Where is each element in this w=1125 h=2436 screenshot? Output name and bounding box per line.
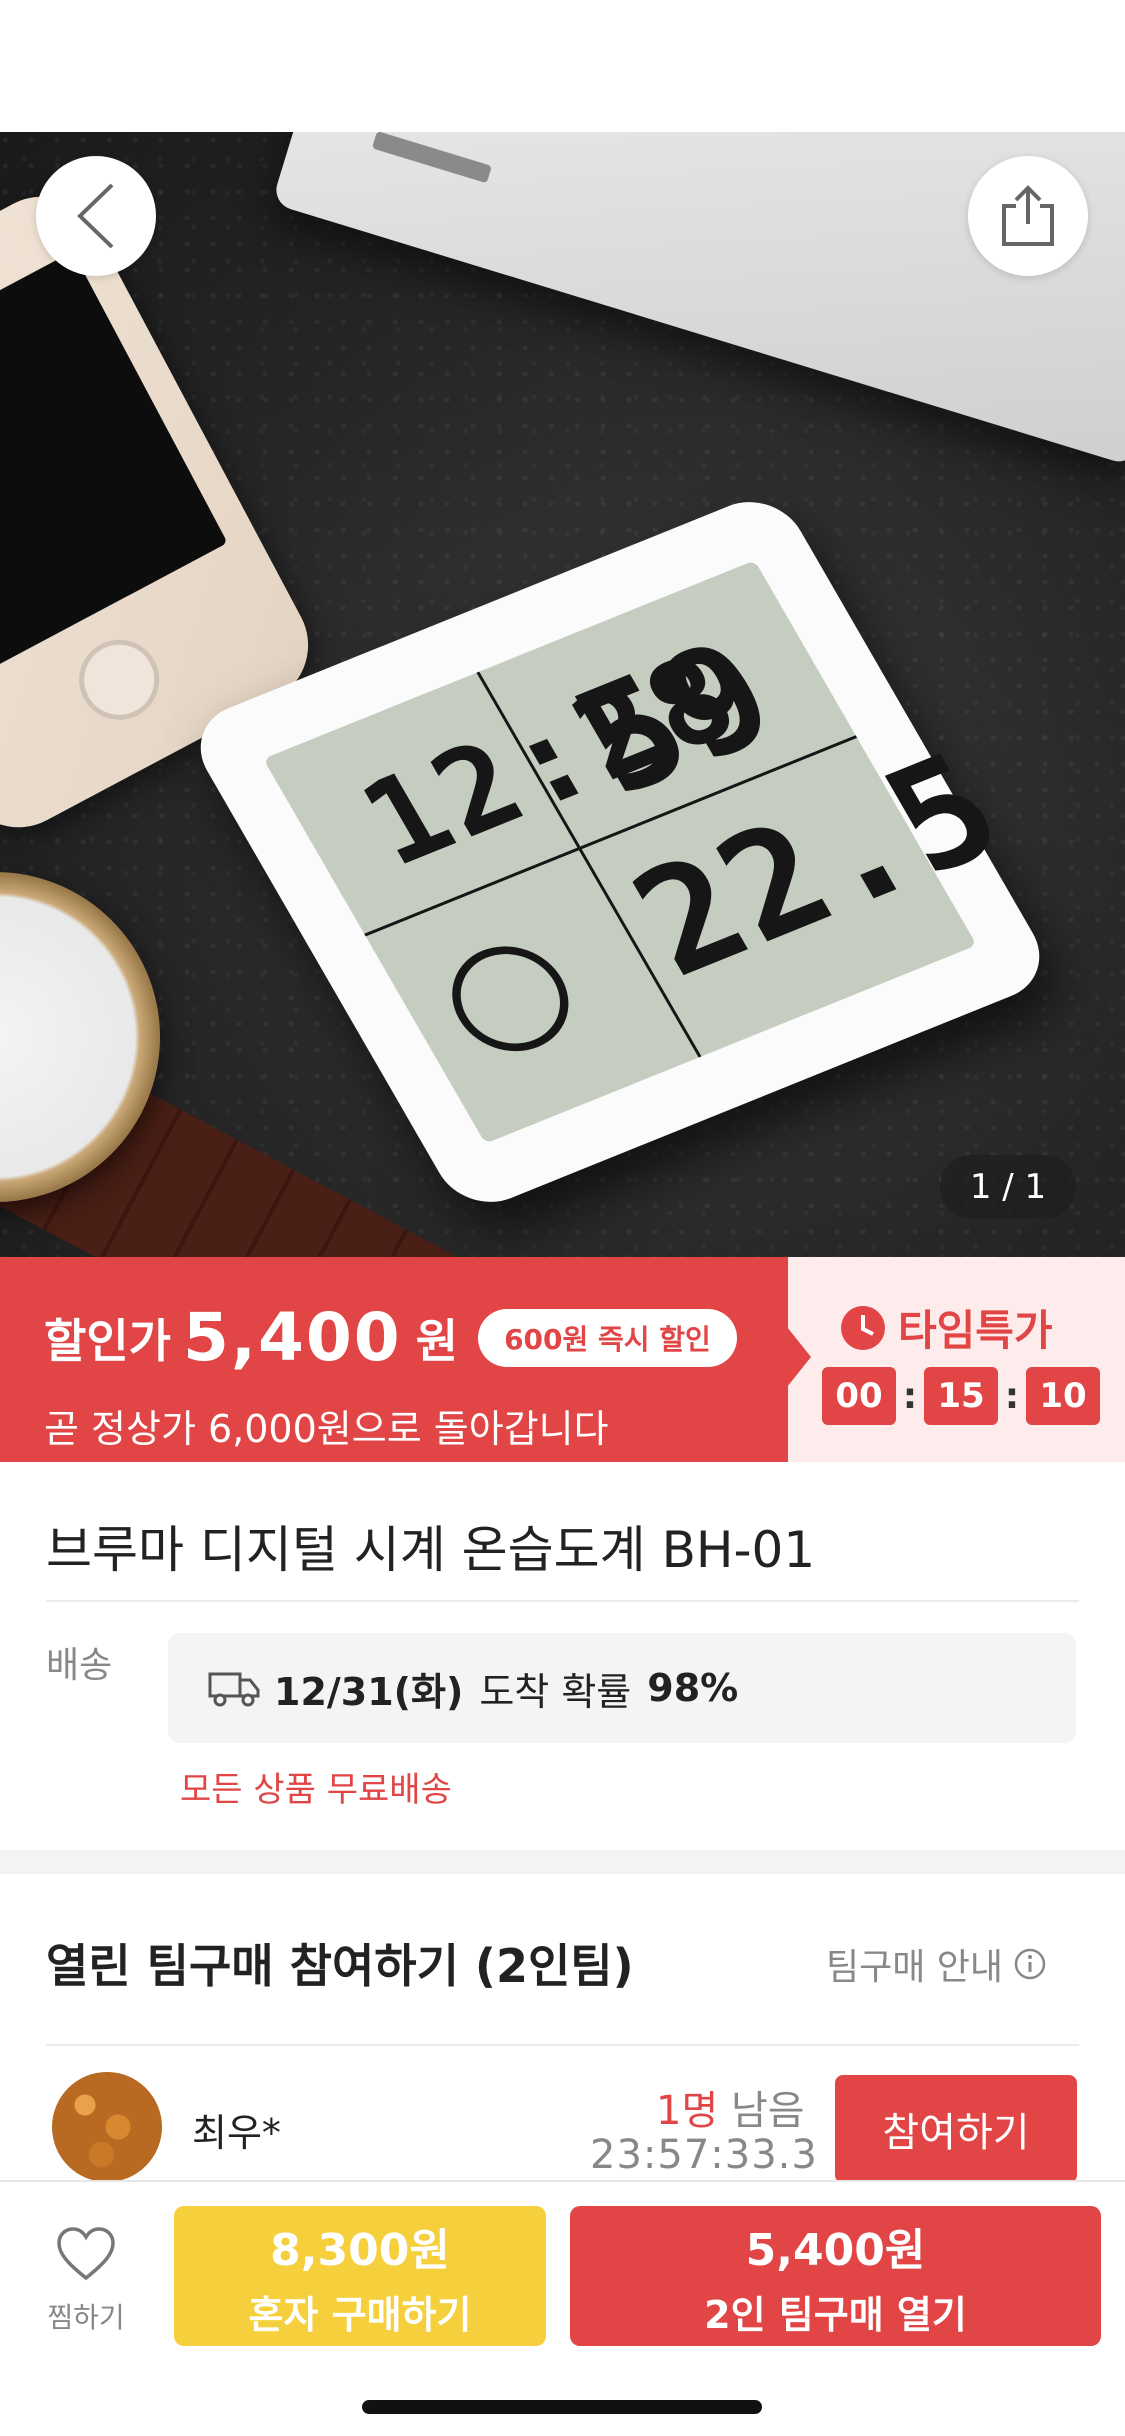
solo-price: 8,300원 xyxy=(270,2224,450,2276)
sale-label: 할인가 xyxy=(44,1313,171,1368)
divider xyxy=(46,2044,1079,2046)
revert-price-notice: 곧 정상가 6,000원으로 돌아갑니다 xyxy=(44,1407,609,1451)
back-button[interactable] xyxy=(36,156,156,276)
status-bar xyxy=(0,0,1125,132)
price-info: 할인가 5,400 원 600원 즉시 할인 곧 정상가 6,000원으로 돌아… xyxy=(44,1299,737,1453)
delivery-info[interactable]: 12/31(화) 도착 확률 98% xyxy=(168,1633,1076,1743)
timer-seconds: 10 xyxy=(1026,1367,1100,1425)
team-buy-guide-link[interactable]: 팀구매 안내 xyxy=(826,1938,1047,1990)
product-title: 브루마 디지털 시계 온습도계 BH-01 xyxy=(46,1521,816,1579)
product-image[interactable]: 12:28 59 22.5 xyxy=(0,132,1125,1257)
team-list-item: 최우* 1명 남음 23:57:33.3 참여하기 xyxy=(0,2060,1125,2183)
time-sale-label: 타임특가 xyxy=(898,1306,1053,1355)
delivery-probability: 98% xyxy=(647,1666,739,1710)
countdown-timer: 00 : 15 : 10 xyxy=(822,1367,1100,1425)
team-time-left: 23:57:33.3 xyxy=(590,2132,818,2178)
sale-price: 5,400 xyxy=(182,1299,402,1376)
team-remaining: 1명 남음 xyxy=(656,2078,805,2136)
remaining-suffix: 남음 xyxy=(718,2088,805,2134)
team-price: 5,400원 xyxy=(745,2224,926,2276)
lcd-clock-icon xyxy=(431,930,590,1068)
clock-icon xyxy=(841,1305,885,1350)
section-divider xyxy=(0,1850,1125,1874)
open-team-buy-button[interactable]: 5,400원 2인 팀구매 열기 xyxy=(570,2206,1101,2346)
back-arrow-icon xyxy=(77,183,114,249)
timer-hours: 00 xyxy=(822,1367,896,1425)
delivery-date: 12/31(화) xyxy=(274,1669,464,1714)
delivery-prob-label: 도착 확률 xyxy=(479,1669,632,1714)
time-sale-panel: 타임특가 00 : 15 : 10 xyxy=(787,1257,1125,1462)
buy-solo-button[interactable]: 8,300원 혼자 구매하기 xyxy=(174,2206,546,2346)
wishlist-button[interactable]: 찜하기 xyxy=(36,2226,136,2336)
remaining-count: 1명 xyxy=(656,2088,719,2134)
truck-icon xyxy=(208,1672,260,1707)
divider xyxy=(46,1600,1079,1602)
avatar xyxy=(52,2072,162,2182)
heart-icon xyxy=(57,2227,115,2281)
team-buy-title: 열린 팀구매 참여하기 (2인팀) xyxy=(46,1939,634,1993)
home-indicator[interactable] xyxy=(362,2400,762,2414)
share-icon xyxy=(1002,185,1054,246)
free-shipping-notice: 모든 상품 무료배송 xyxy=(180,1770,452,1810)
instant-discount-badge: 600원 즉시 할인 xyxy=(478,1308,737,1367)
team-label: 2인 팀구매 열기 xyxy=(704,2292,967,2337)
team-leader-name: 최우* xyxy=(192,2111,281,2155)
bottom-action-bar: 찜하기 8,300원 혼자 구매하기 5,400원 2인 팀구매 열기 xyxy=(0,2180,1125,2436)
price-banner: 할인가 5,400 원 600원 즉시 할인 곧 정상가 6,000원으로 돌아… xyxy=(0,1257,1125,1462)
page-indicator: 1 / 1 xyxy=(940,1155,1076,1219)
timer-minutes: 15 xyxy=(924,1367,998,1425)
info-icon xyxy=(1014,1948,1046,1980)
team-buy-guide-label: 팀구매 안내 xyxy=(826,1947,1004,1988)
solo-label: 혼자 구매하기 xyxy=(248,2292,472,2337)
sale-price-unit: 원 xyxy=(415,1313,459,1368)
delivery-label: 배송 xyxy=(46,1645,113,1686)
share-button[interactable] xyxy=(968,156,1088,276)
join-team-button[interactable]: 참여하기 xyxy=(835,2075,1077,2183)
wishlist-label: 찜하기 xyxy=(47,2301,125,2334)
